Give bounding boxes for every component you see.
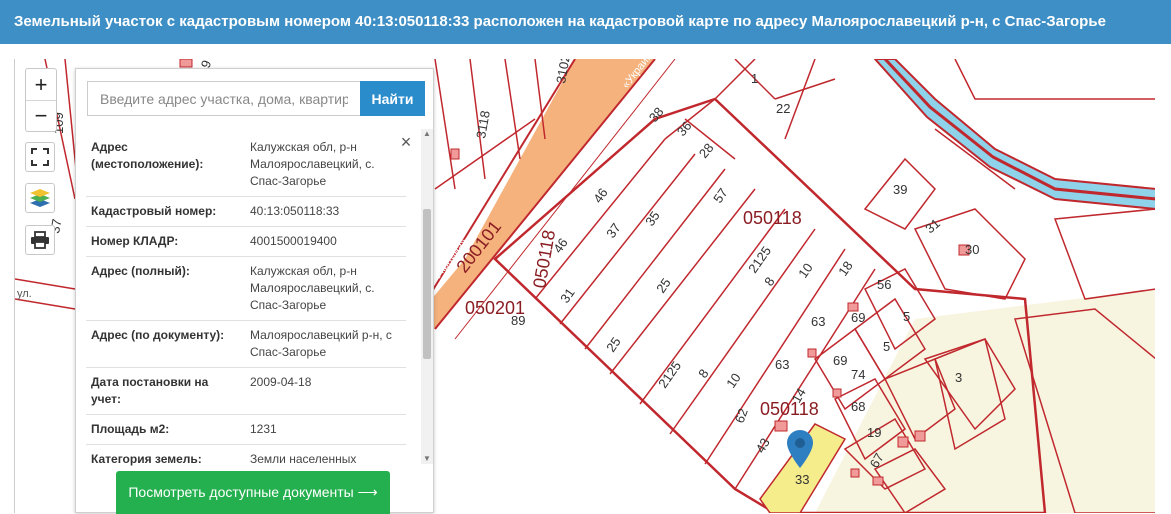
- print-button[interactable]: [25, 225, 55, 255]
- property-label: Площадь м2:: [86, 414, 245, 445]
- table-row: Дата постановки на учет: 2009-04-18: [86, 367, 406, 415]
- property-label: Категория земель:: [86, 444, 245, 467]
- search-button[interactable]: Найти: [360, 81, 425, 116]
- scroll-up-icon[interactable]: ▲: [421, 129, 433, 139]
- svg-text:74: 74: [851, 367, 865, 382]
- info-scrollbar[interactable]: ▲ ▼: [421, 129, 433, 464]
- svg-text:30: 30: [965, 242, 979, 257]
- parcel-properties-table: Адрес (местоположение): Калужская обл, р-…: [86, 133, 406, 467]
- table-row: Номер КЛАДР: 4001500019400: [86, 226, 406, 257]
- property-value: 4001500019400: [245, 226, 406, 257]
- svg-text:33: 33: [795, 472, 809, 487]
- fullscreen-icon: [31, 148, 49, 166]
- search-bar: Найти: [87, 81, 425, 116]
- view-documents-button[interactable]: Посмотреть доступные документы ⟶: [116, 471, 390, 514]
- table-row: Адрес (полный): Калужская обл, р-н Малояр…: [86, 256, 406, 321]
- svg-text:5: 5: [883, 339, 890, 354]
- property-label: Кадастровый номер:: [86, 196, 245, 227]
- property-label: Дата постановки на учет:: [86, 367, 245, 415]
- scrollbar-thumb[interactable]: [423, 209, 431, 359]
- street-label-3: ул.: [17, 288, 32, 300]
- svg-text:69: 69: [851, 310, 865, 325]
- svg-text:1: 1: [751, 71, 758, 86]
- table-row: Кадастровый номер: 40:13:050118:33: [86, 196, 406, 227]
- zoom-out-button[interactable]: −: [26, 100, 56, 131]
- property-label: Номер КЛАДР:: [86, 226, 245, 257]
- property-label: Адрес (полный):: [86, 256, 245, 321]
- svg-text:63: 63: [775, 357, 789, 372]
- location-marker-icon[interactable]: [787, 430, 813, 468]
- property-value: 2009-04-18: [245, 367, 406, 415]
- table-row: Адрес (по документу): Малоярославецкий р-…: [86, 320, 406, 368]
- info-panel: Найти Адрес (местоположение):Калужская о…: [75, 68, 434, 514]
- property-label: Адрес (по документу):: [86, 320, 245, 368]
- scroll-down-icon[interactable]: ▼: [421, 454, 433, 464]
- zoom-controls: + −: [25, 68, 57, 132]
- page-title: Земельный участок с кадастровым номером …: [0, 0, 1171, 44]
- property-value: 40:13:050118:33: [245, 196, 406, 227]
- parcel-info: Адрес (местоположение): Калужская обл, р-…: [86, 133, 407, 467]
- print-icon: [31, 231, 49, 249]
- layers-icon: [30, 189, 50, 207]
- property-label: Адрес (местоположение):: [86, 133, 245, 197]
- svg-text:3: 3: [955, 370, 962, 385]
- property-value: Калужская обл, р-н Малоярославецкий, с. …: [245, 133, 406, 197]
- svg-text:89: 89: [511, 313, 525, 328]
- svg-text:68: 68: [851, 399, 865, 414]
- svg-text:39: 39: [893, 182, 907, 197]
- svg-text:69: 69: [833, 353, 847, 368]
- property-value: Малоярославецкий р-н, с Спас-Загорье: [245, 320, 406, 368]
- property-value: Калужская обл, р-н Малоярославецкий, с. …: [245, 256, 406, 321]
- table-row: Площадь м2: 1231: [86, 414, 406, 445]
- svg-text:56: 56: [877, 277, 891, 292]
- fullscreen-button[interactable]: [25, 142, 55, 172]
- zoom-in-button[interactable]: +: [26, 69, 56, 100]
- layers-button[interactable]: [25, 183, 55, 213]
- address-search-input[interactable]: [87, 81, 360, 116]
- property-value: Земли населенных пунктов: [245, 444, 406, 467]
- svg-text:22: 22: [776, 101, 790, 116]
- property-value: 1231: [245, 414, 406, 445]
- svg-text:19: 19: [867, 425, 881, 440]
- close-icon[interactable]: ×: [397, 133, 415, 151]
- svg-text:5: 5: [903, 309, 910, 324]
- table-row: Категория земель:Земли населенных пункто…: [86, 444, 406, 467]
- quarter-label-2: 050118: [760, 399, 819, 419]
- quarter-label-1: 050118: [743, 208, 802, 228]
- svg-text:63: 63: [811, 314, 825, 329]
- table-row: Адрес (местоположение): Калужская обл, р-…: [86, 133, 406, 197]
